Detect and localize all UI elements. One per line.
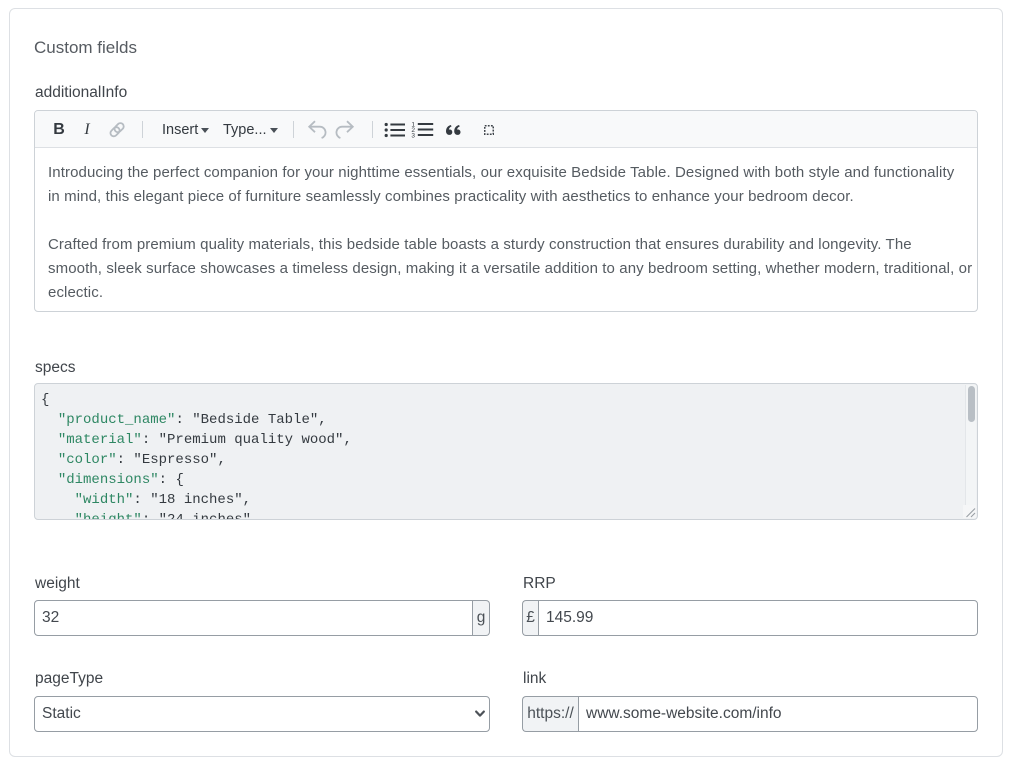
svg-text:3: 3 xyxy=(411,133,415,139)
